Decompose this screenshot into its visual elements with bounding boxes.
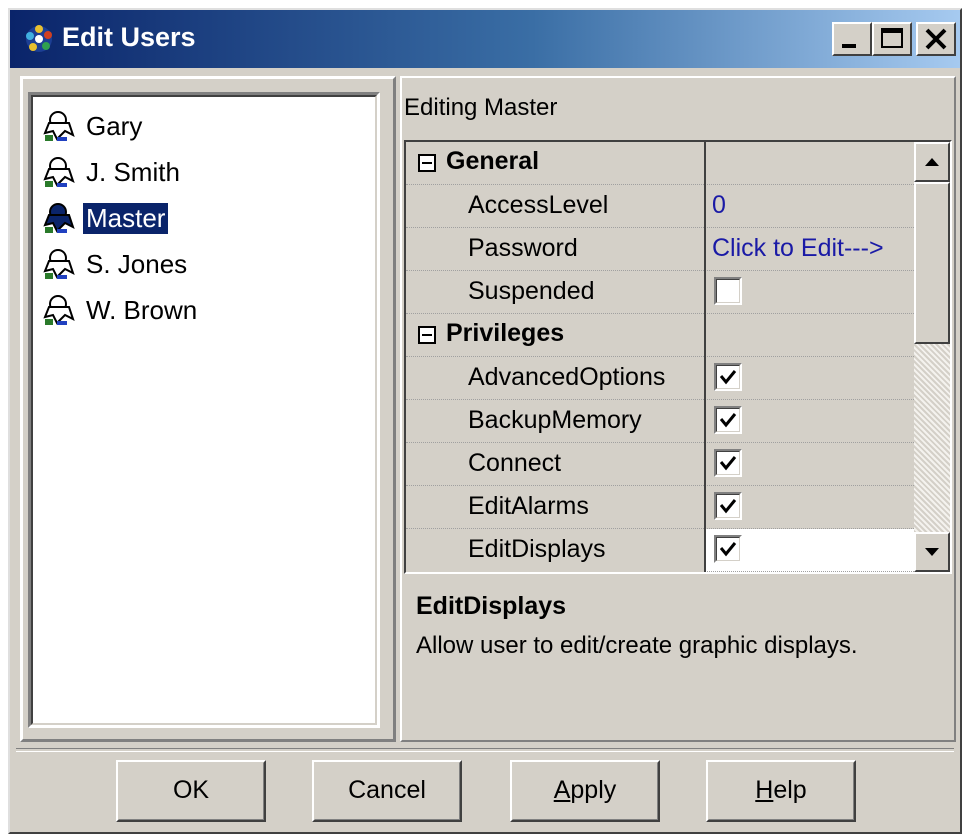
user-name: W. Brown [86,295,198,325]
property-row[interactable]: Connect [406,443,914,486]
property-name: EditAlarms [468,492,589,520]
property-grid[interactable]: General AccessLevel 0 Password Click to Edit… [404,140,952,574]
help-button[interactable]: Help [706,760,856,822]
minimize-icon [842,44,856,48]
property-name: BackupMemory [468,406,642,434]
checkmark-icon [719,542,737,557]
property-checkbox[interactable] [714,492,742,520]
collapse-icon[interactable] [418,326,436,344]
property-row[interactable]: Password Click to Edit---> [406,228,914,271]
checkmark-icon [719,370,737,385]
user-icon [43,295,75,325]
checkmark-icon [719,456,737,471]
scroll-up-button[interactable] [914,142,950,182]
scroll-thumb[interactable] [914,182,950,344]
apply-mnemonic: A [553,776,571,804]
property-checkbox[interactable] [714,449,742,477]
category-name: Privileges [446,319,565,347]
property-name: Password [468,234,578,262]
category-row[interactable]: Privileges [406,314,914,357]
apply-button[interactable]: Apply [510,760,660,822]
close-icon [925,28,947,50]
property-checkbox[interactable] [714,406,742,434]
vertical-scrollbar[interactable] [914,142,950,572]
user-icon [43,249,75,279]
collapse-icon[interactable] [418,154,436,172]
apply-label: pply [570,776,617,804]
checkmark-icon [719,499,737,514]
maximize-button[interactable] [872,22,912,56]
description-text: Allow user to edit/create graphic displa… [416,632,858,659]
user-name: Master [81,202,170,235]
cancel-button[interactable]: Cancel [312,760,462,822]
password-edit-link[interactable]: Click to Edit---> [712,234,884,263]
arrow-up-icon [925,158,939,166]
category-row[interactable]: General [406,142,914,185]
property-row[interactable]: EditDisplays [406,529,914,572]
title-bar[interactable]: Edit Users [10,10,960,68]
user-name: Gary [86,111,143,141]
property-row[interactable]: AccessLevel 0 [406,185,914,228]
property-name: Connect [468,449,562,477]
maximize-icon [881,28,903,48]
checkmark-icon [719,413,737,428]
arrow-down-icon [925,548,939,556]
scroll-down-button[interactable] [914,532,950,572]
property-row[interactable]: Suspended [406,271,914,314]
property-checkbox[interactable] [714,363,742,391]
users-icon [26,25,52,52]
separator [16,748,954,752]
property-name: AdvancedOptions [468,363,666,391]
edit-users-dialog: Edit Users Gary J. Smith Master S. Jones W. … [8,8,962,834]
user-icon [43,111,75,141]
property-name: AccessLevel [468,191,609,219]
property-row[interactable]: BackupMemory [406,400,914,443]
property-checkbox[interactable] [714,277,742,305]
property-name: EditDisplays [468,535,606,563]
property-row[interactable]: AdvancedOptions [406,357,914,400]
user-icon [43,157,75,187]
editing-label: Editing Master [404,94,558,121]
help-label: elp [773,776,807,804]
minimize-button[interactable] [832,22,872,56]
category-name: General [446,147,540,175]
user-icon [43,203,75,233]
property-name: Suspended [468,277,595,305]
property-value[interactable]: 0 [712,191,726,220]
property-checkbox[interactable] [714,535,742,563]
window-title: Edit Users [62,22,196,52]
description-pane: EditDisplays Allow user to edit/create g… [404,578,952,736]
user-name: S. Jones [86,249,188,279]
close-button[interactable] [916,22,956,56]
description-title: EditDisplays [416,592,567,620]
user-list[interactable]: Gary J. Smith Master S. Jones W. Brown [28,92,380,728]
user-name: J. Smith [86,157,180,187]
help-mnemonic: H [755,776,774,804]
property-row[interactable]: EditAlarms [406,486,914,529]
ok-button[interactable]: OK [116,760,266,822]
